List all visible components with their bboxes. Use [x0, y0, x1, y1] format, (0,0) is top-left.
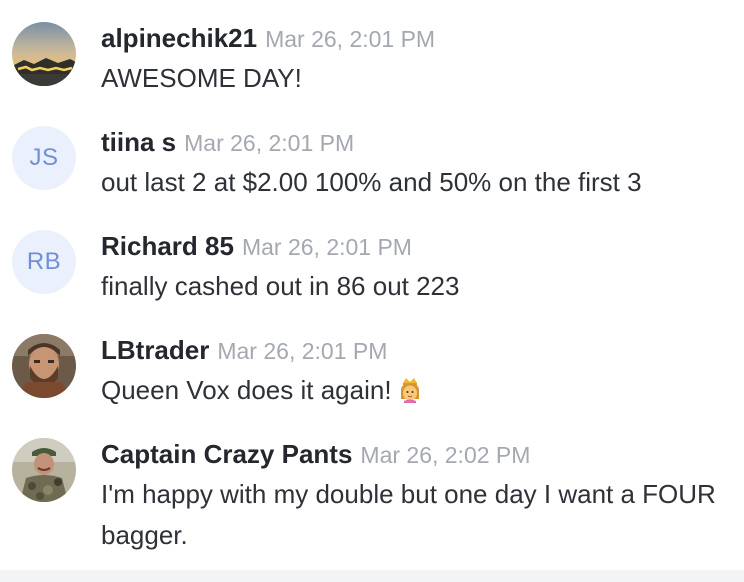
message-header: alpinechik21 Mar 26, 2:01 PM: [101, 22, 435, 54]
avatar[interactable]: [12, 22, 76, 86]
message-text: out last 2 at $2.00 100% and 50% on the …: [101, 167, 642, 197]
message-header: LBtrader Mar 26, 2:01 PM: [101, 334, 387, 366]
princess-emoji-icon: [400, 378, 419, 403]
message-text: finally cashed out in 86 out 223: [101, 271, 460, 301]
sunset-mountain-photo-icon: [12, 22, 76, 86]
message-text: I'm happy with my double but one day I w…: [101, 479, 716, 550]
bearded-man-photo-icon: [12, 334, 76, 398]
message-header: Richard 85 Mar 26, 2:01 PM: [101, 230, 412, 262]
message-text: AWESOME DAY!: [101, 63, 302, 93]
timestamp: Mar 26, 2:01 PM: [184, 130, 355, 156]
username[interactable]: Richard 85: [101, 231, 234, 261]
timestamp: Mar 26, 2:02 PM: [360, 442, 531, 468]
avatar[interactable]: [12, 334, 76, 398]
timestamp: Mar 26, 2:01 PM: [217, 338, 388, 364]
footer-divider: [0, 570, 744, 582]
avatar[interactable]: [12, 438, 76, 502]
username[interactable]: LBtrader: [101, 335, 209, 365]
username[interactable]: tiina s: [101, 127, 176, 157]
avatar-initials: RB: [26, 248, 62, 275]
camo-hunter-photo-icon: [12, 438, 76, 502]
message-header: Captain Crazy Pants Mar 26, 2:02 PM: [101, 438, 530, 470]
timestamp: Mar 26, 2:01 PM: [241, 234, 412, 260]
message-text: Queen Vox does it again!: [101, 370, 731, 411]
username[interactable]: alpinechik21: [101, 23, 257, 53]
avatar[interactable]: RB: [12, 230, 76, 294]
username[interactable]: Captain Crazy Pants: [101, 439, 352, 469]
timestamp: Mar 26, 2:01 PM: [265, 26, 436, 52]
message-header: tiina s Mar 26, 2:01 PM: [101, 126, 354, 158]
avatar-initials: JS: [29, 144, 59, 171]
avatar[interactable]: JS: [12, 126, 76, 190]
chat-message-list: alpinechik21 Mar 26, 2:01 PM AWESOME DAY!…: [0, 0, 744, 570]
message-text-content: Queen Vox does it again!: [101, 375, 392, 405]
